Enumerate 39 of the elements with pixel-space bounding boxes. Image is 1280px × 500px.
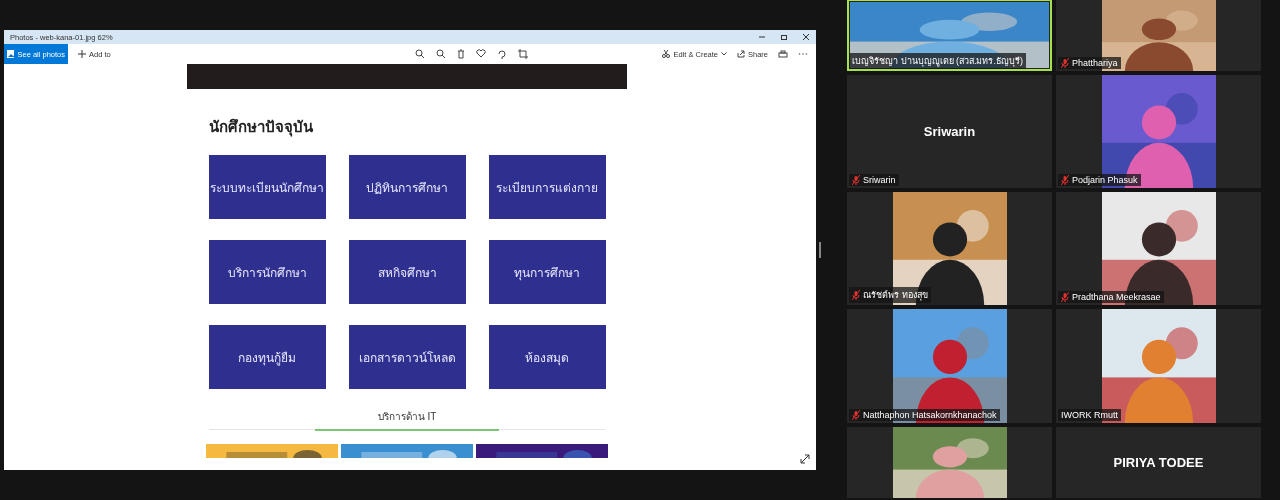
menu-tile[interactable]: บริการนักศึกษา [208,240,326,304]
participant-name: Phatthariya [1072,58,1118,68]
participant-name: Pradthana Meekrasae [1072,292,1161,302]
menu-tile[interactable]: ปฏิทินการศึกษา [348,155,466,219]
participant-name: IWORK Rmutt [1061,410,1118,420]
menu-tile[interactable]: กองทุนกู้ยืม [208,325,326,389]
heart-icon[interactable] [476,49,487,58]
print-icon[interactable] [778,49,788,59]
menu-tile[interactable]: ระบบทะเบียนนักศึกษา [208,155,326,219]
divider-handle[interactable] [819,242,821,258]
zoom-out-icon[interactable] [436,49,447,59]
crop-icon[interactable] [518,49,529,59]
page-heading: นักศึกษาปัจจุบัน [209,117,313,139]
caret-icon [721,52,727,56]
participant-name: เบญจิรัชญา ปานบุญญูเตย (สวส.มทร.ธัญบุรี) [852,55,1023,68]
expand-icon[interactable] [800,454,810,464]
restore-icon[interactable] [780,33,788,41]
share-icon [737,50,745,58]
scissors-icon [662,50,671,58]
zoom-in-icon[interactable] [415,49,426,59]
more-icon[interactable] [798,52,808,56]
menu-tile[interactable]: เอกสารดาวน์โหลด [348,325,466,389]
participant-name: Sriwarin [863,175,896,185]
section-title: บริการด้าน IT [377,410,437,424]
menu-tile[interactable]: ระเบียบการแต่งกาย [488,155,606,219]
participant-name: PIRIYA TODEE [1113,455,1204,470]
participant-name: Natthaphon Hatsakornkhanachok [863,410,997,420]
photo-icon [7,50,15,58]
rotate-icon[interactable] [497,49,508,59]
close-icon[interactable] [802,33,810,41]
participant-name: Podjarin Phasuk [1072,175,1138,185]
menu-tile[interactable]: ห้องสมุด [488,325,606,389]
delete-icon[interactable] [457,49,466,59]
menu-tile[interactable]: สหกิจศึกษา [348,240,466,304]
participant-name: Sriwarin [923,124,976,139]
menu-tile[interactable]: ทุนการศึกษา [488,240,606,304]
participant-name: ณรัชต์พร ทองสุข [863,289,928,302]
minimize-icon[interactable] [758,33,766,41]
plus-icon [78,50,86,58]
